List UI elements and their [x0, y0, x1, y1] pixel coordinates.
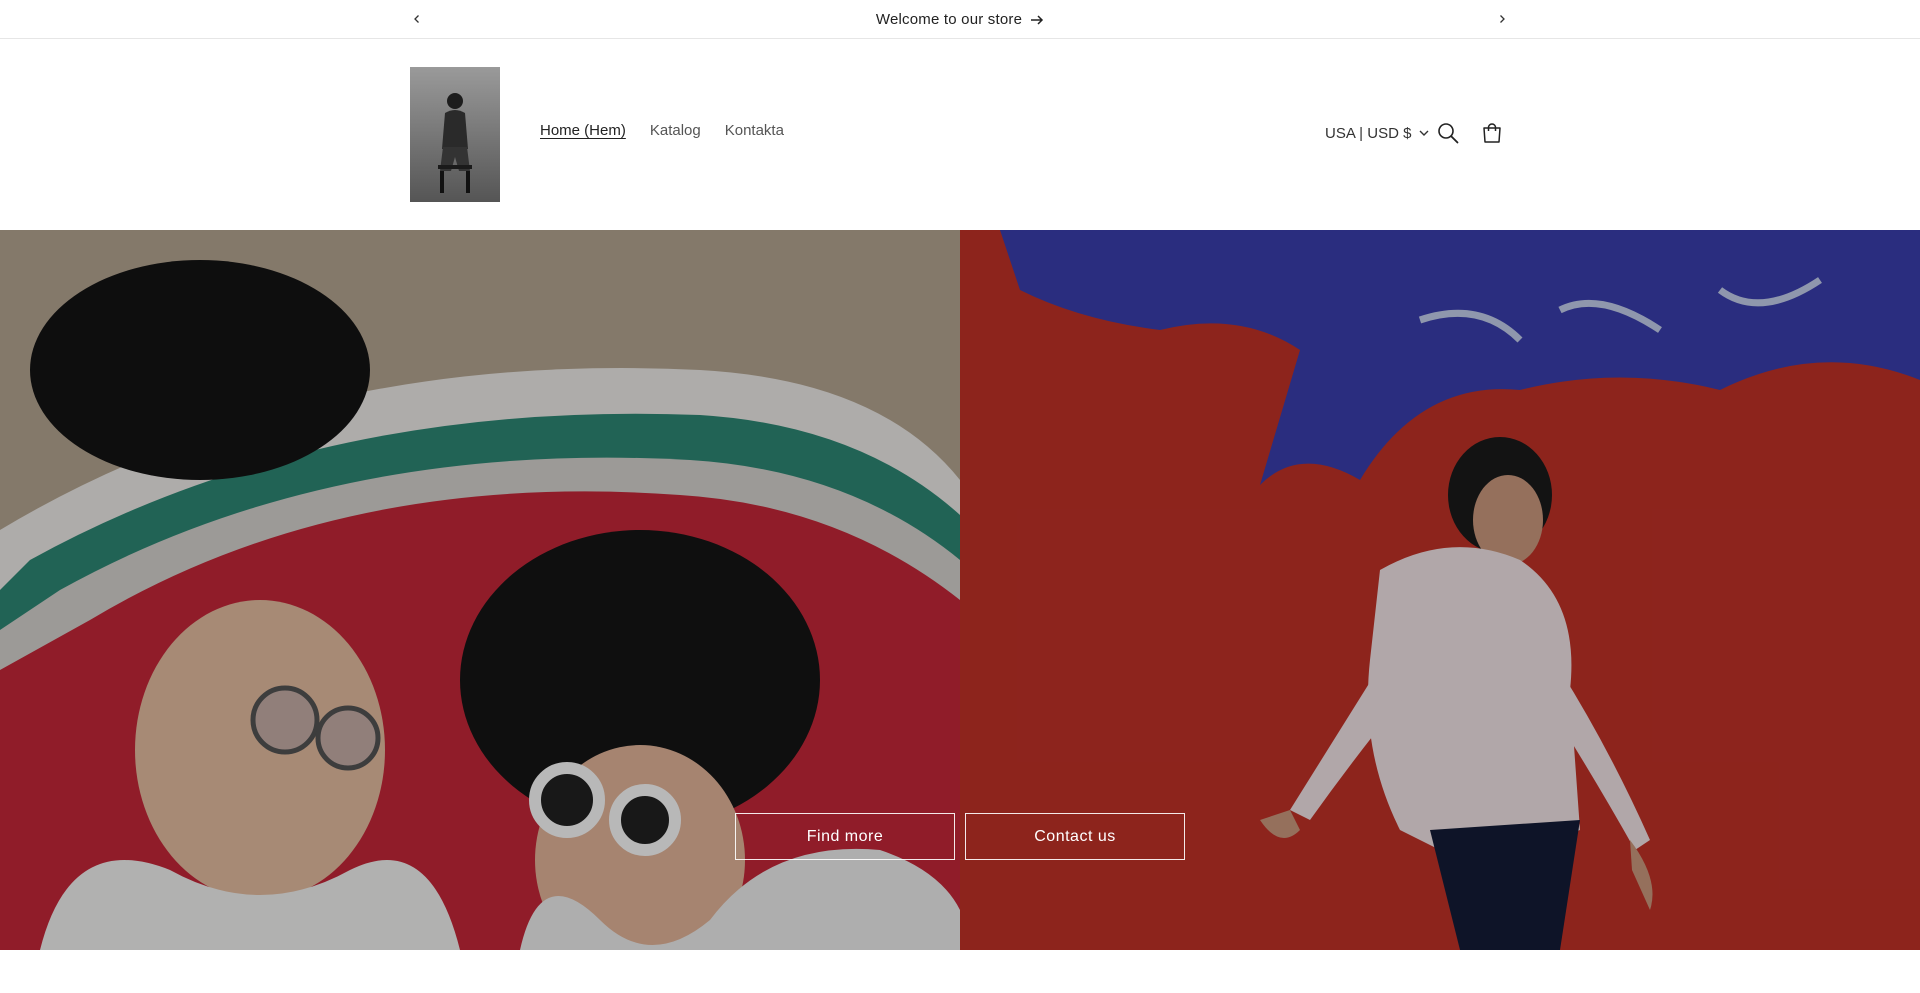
- site-header: Home (Hem) Katalog Kontakta USA | USD $: [0, 40, 1920, 230]
- nav-contact[interactable]: Kontakta: [725, 122, 784, 139]
- hero-buttons: Find more Contact us: [735, 813, 1185, 860]
- currency-label: USA | USD $: [1325, 124, 1412, 142]
- announcement-bar: Welcome to our store: [0, 0, 1920, 39]
- nav-home[interactable]: Home (Hem): [540, 122, 626, 139]
- main-navigation: Home (Hem) Katalog Kontakta: [540, 122, 784, 139]
- chevron-down-icon: [1419, 130, 1429, 136]
- currency-selector[interactable]: USA | USD $: [1325, 118, 1429, 148]
- announcement-next-button[interactable]: [1490, 7, 1514, 31]
- cart-icon: [1483, 123, 1501, 143]
- chevron-right-icon: [1500, 15, 1505, 23]
- store-logo[interactable]: [410, 67, 500, 202]
- cart-button[interactable]: [1477, 118, 1507, 148]
- hero-banner: Find more Contact us: [0, 230, 1920, 950]
- search-button[interactable]: [1434, 118, 1462, 148]
- arrow-right-icon: [1031, 14, 1044, 25]
- nav-catalog[interactable]: Katalog: [650, 122, 701, 139]
- search-icon: [1438, 123, 1459, 144]
- contact-us-button[interactable]: Contact us: [965, 813, 1185, 860]
- announcement-message[interactable]: Welcome to our store: [0, 0, 1920, 39]
- find-more-button[interactable]: Find more: [735, 813, 955, 860]
- logo-image: [410, 67, 500, 202]
- announcement-text[interactable]: Welcome to our store: [876, 11, 1022, 28]
